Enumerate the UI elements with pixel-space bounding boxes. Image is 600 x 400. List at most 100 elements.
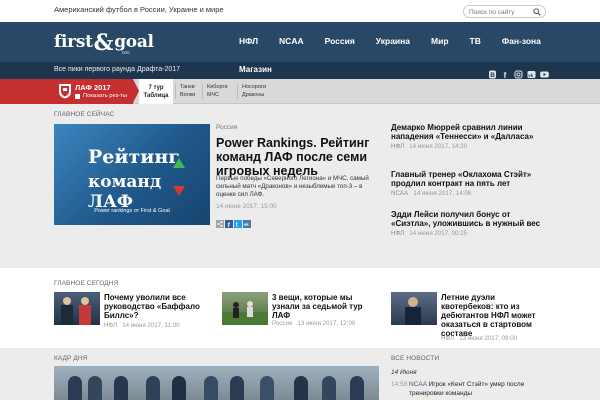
svg-text:B: B (490, 72, 495, 79)
logo-first: first (54, 32, 93, 52)
match-2[interactable]: Киборги МЧС (202, 83, 228, 99)
vk-share-icon[interactable]: vk (243, 215, 251, 228)
news-item[interactable]: Главный тренер «Оклахома Стэйт» продлил … (391, 170, 541, 197)
site-logo[interactable]: first&goal bets (54, 30, 154, 56)
main-story-tag[interactable]: Россия (216, 124, 237, 131)
nav-tv[interactable]: ТВ (470, 36, 481, 50)
youtube-icon[interactable] (540, 66, 549, 78)
section-title-today: ГЛАВНОЕ СЕГОДНЯ (54, 280, 119, 287)
main-story-title[interactable]: Power Rankings. Рейтинг команд ЛАФ после… (216, 136, 376, 178)
checkbox-box[interactable] (75, 93, 80, 99)
share-buttons: f t vk (216, 215, 252, 229)
football-game-icon (222, 301, 268, 325)
instagram-icon[interactable] (514, 66, 523, 79)
news-item[interactable]: Демарко Мюррей сравнил линии нападения «… (391, 123, 541, 150)
nav-nfl[interactable]: НФЛ (239, 36, 258, 50)
photo-of-day[interactable] (54, 366, 379, 400)
story-thumbnail[interactable] (222, 292, 268, 325)
story-meta: Россия 13 июня 2017, 12:00 (272, 320, 355, 327)
search-box[interactable] (463, 5, 546, 18)
person-figure (260, 376, 274, 400)
logo-ampersand: & (93, 30, 114, 56)
blogger-icon[interactable]: B (488, 66, 497, 79)
nav-fanzone[interactable]: Фан-зона (502, 36, 541, 50)
all-news-category[interactable]: NCAA (409, 381, 427, 388)
laf-title: ЛАФ 2017 (75, 83, 111, 92)
svg-text:vk: vk (244, 222, 250, 227)
story-thumbnail[interactable] (54, 292, 100, 325)
laf-shield-icon (59, 84, 71, 99)
site-tagline: Американский футбол в России, Украине и … (54, 5, 224, 14)
table-link[interactable]: Таблица (139, 92, 173, 100)
news-item[interactable]: Эдди Лейси получил бонус от «Сиэтла», ул… (391, 210, 541, 237)
nav-world[interactable]: Мир (431, 36, 449, 50)
match-away: Драконы (242, 92, 265, 98)
match-home: Танки (180, 84, 195, 90)
share-icon[interactable] (216, 215, 224, 228)
hero-caption: Power rankings от First & Goal (94, 208, 170, 214)
match-away: Волки (180, 92, 196, 98)
show-results-checkbox[interactable]: Показать рез-ты (75, 93, 127, 99)
all-news-text[interactable]: Игрок «Кент Стэйт» умер после тренировки… (409, 381, 524, 397)
nav-russia[interactable]: Россия (325, 36, 355, 50)
story-title[interactable]: Почему уволили все руководство «Баффало … (104, 293, 204, 320)
news-title[interactable]: Демарко Мюррей сравнил линии нападения «… (391, 123, 541, 141)
nav-ukraine[interactable]: Украина (376, 36, 410, 50)
person-figure (146, 376, 160, 400)
story-category[interactable]: НФЛ (441, 335, 454, 342)
section-title-now: ГЛАВНОЕ СЕЙЧАС (54, 111, 115, 118)
person-figure (204, 376, 218, 400)
story-meta: НФЛ 14 июня 2017, 11:00 (104, 322, 180, 329)
news-title[interactable]: Эдди Лейси получил бонус от «Сиэтла», ул… (391, 210, 541, 228)
sub-bar: Все пики первого раунда Драфта-2017 Мага… (0, 62, 600, 80)
story-meta: НФЛ 13 июня 2017, 09:00 (441, 335, 517, 342)
news-date: 14 июня 2017, 14:06 (413, 190, 472, 197)
social-links: B f vk (488, 66, 553, 80)
news-date: 14 июня 2017, 00:25 (409, 230, 468, 237)
hero-line-2: команд ЛАФ (88, 172, 162, 212)
news-category[interactable]: NCAA (391, 190, 408, 197)
news-date: 14 июня 2017, 14:20 (409, 143, 468, 150)
facebook-share-icon[interactable]: f (225, 215, 233, 229)
match-home: Киборги (207, 84, 228, 90)
tour-label: 7 тур (148, 85, 164, 91)
nav-ncaa[interactable]: NCAA (279, 36, 304, 50)
story-title[interactable]: Летние дуэли квотербеков: кто из дебютан… (441, 293, 547, 338)
news-category[interactable]: НФЛ (391, 143, 404, 150)
story-thumbnail[interactable] (391, 292, 437, 325)
news-category[interactable]: НФЛ (391, 230, 404, 237)
match-home: Носороги (242, 84, 267, 90)
twitter-share-icon[interactable]: t (234, 215, 242, 229)
facebook-icon[interactable]: f (501, 66, 510, 80)
news-title[interactable]: Главный тренер «Оклахома Стэйт» продлил … (391, 170, 541, 188)
story-category[interactable]: НФЛ (104, 322, 117, 329)
hero-image[interactable]: Рейтинг команд ЛАФ Power rankings от Fir… (54, 124, 210, 225)
vk-icon[interactable]: vk (527, 66, 536, 78)
match-3[interactable]: Носороги Драконы (237, 83, 266, 99)
search-icon[interactable] (533, 8, 541, 16)
shop-link[interactable]: Магазин (239, 65, 272, 74)
all-news-time: 14:58 (391, 381, 408, 388)
site-header: first&goal bets НФЛ NCAA Россия Украина … (0, 22, 600, 62)
logo-sub: bets (122, 50, 130, 55)
draft-link[interactable]: Все пики первого раунда Драфта-2017 (54, 66, 180, 73)
all-news-item[interactable]: NCAA Игрок «Кент Стэйт» умер после трени… (409, 381, 539, 398)
laf-panel[interactable]: ЛАФ 2017 Показать рез-ты (0, 79, 133, 104)
league-scoreboard: ЛАФ 2017 Показать рез-ты 7 тур Таблица Т… (0, 79, 600, 104)
person-figure (114, 376, 128, 400)
person-figure (350, 376, 364, 400)
story-date: 13 июня 2017, 09:00 (459, 335, 518, 342)
story-title[interactable]: 3 вещи, которые мы узнали за седьмой тур… (272, 293, 376, 320)
section-title-photo: КАДР ДНЯ (54, 355, 88, 362)
story-category[interactable]: Россия (272, 320, 292, 327)
hero-line-1: Рейтинг (88, 146, 180, 168)
match-away: МЧС (207, 92, 220, 98)
person-figure (322, 376, 336, 400)
match-1[interactable]: Танки Волки (175, 83, 195, 99)
search-input[interactable] (469, 7, 531, 17)
main-story-desc: Первые победы «Северного Легиона» и МЧС,… (216, 175, 369, 198)
story-date: 14 июня 2017, 11:00 (122, 322, 180, 329)
section-title-all-news: ВСЕ НОВОСТИ (391, 355, 440, 362)
person-figure (294, 376, 308, 400)
tour-selector[interactable]: 7 тур Таблица (139, 79, 173, 104)
